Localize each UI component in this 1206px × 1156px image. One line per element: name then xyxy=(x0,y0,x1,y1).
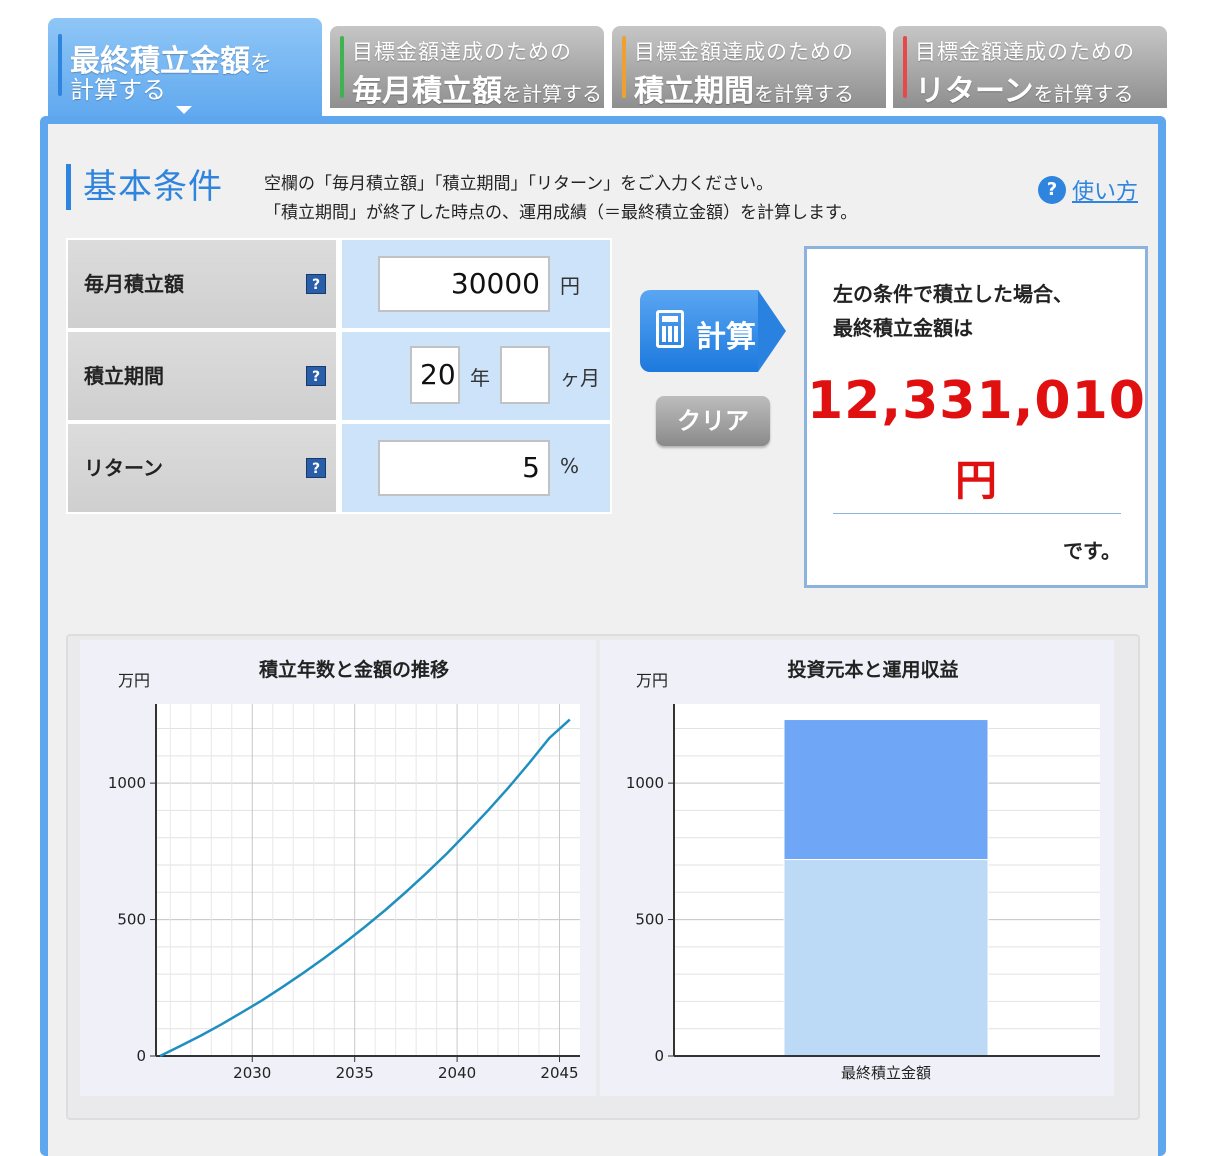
months-unit: ヶ月 xyxy=(560,362,600,391)
years-unit: 年 xyxy=(470,362,490,391)
tab-title: 積立期間を計算する xyxy=(634,66,854,110)
input-form: 毎月積立額 ? 30000 円 積立期間 ? 20 年 ヶ月 リターン xyxy=(66,238,612,514)
clear-button[interactable]: クリア xyxy=(656,396,770,446)
y-tick-label: 0 xyxy=(654,1047,664,1065)
section-title: 基本条件 xyxy=(66,164,223,210)
return-unit: % xyxy=(560,454,579,478)
monthly-value-cell: 30000 円 xyxy=(342,240,610,328)
tab-return[interactable]: 目標金額達成のための リターンを計算する xyxy=(893,26,1167,108)
help-icon[interactable]: ? xyxy=(306,366,326,386)
result-suffix: です。 xyxy=(1063,535,1121,564)
help-link-label: 使い方 xyxy=(1072,174,1138,206)
period-years-input[interactable]: 20 xyxy=(410,346,460,404)
description-line: 「積立期間」が終了した時点の、運用成績（＝最終積立金額）を計算します。 xyxy=(264,199,857,228)
help-icon[interactable]: ? xyxy=(306,274,326,294)
y-tick-label: 1000 xyxy=(108,774,146,792)
return-input[interactable]: 5 xyxy=(378,440,550,496)
period-value-cell: 20 年 ヶ月 xyxy=(342,332,610,420)
result-caption-line: 最終積立金額は xyxy=(833,311,1073,345)
help-link[interactable]: ? 使い方 xyxy=(1038,174,1138,206)
chevron-down-icon xyxy=(176,106,192,114)
y-axis-unit: 万円 xyxy=(636,671,668,690)
y-tick-label: 500 xyxy=(635,911,664,929)
bar-segment xyxy=(784,720,988,860)
result-caption: 左の条件で積立した場合、 最終積立金額は xyxy=(833,277,1073,345)
tab-final-amount[interactable]: 最終積立金額を 計算する xyxy=(48,18,322,122)
tab-subtitle: 計算する xyxy=(70,70,166,105)
form-row-return: リターン ? 5 % xyxy=(68,424,610,512)
result-currency: 円 xyxy=(807,447,1145,508)
tab-caption: 目標金額達成のための xyxy=(352,36,572,66)
form-row-period: 積立期間 ? 20 年 ヶ月 xyxy=(68,332,610,420)
bar-chart: 0 500 1000 万円 投資元本と運用収益最終積立金額 xyxy=(600,640,1114,1096)
chart-title: 投資元本と運用収益 xyxy=(787,658,958,681)
chart-title: 積立年数と金額の推移 xyxy=(259,658,449,681)
tab-accent-bar xyxy=(58,34,62,96)
monthly-label: 毎月積立額 xyxy=(68,240,336,328)
return-label: リターン xyxy=(68,424,336,512)
question-icon: ? xyxy=(1038,176,1066,204)
tab-caption: 目標金額達成のための xyxy=(634,36,854,66)
x-tick-label: 2030 xyxy=(233,1064,271,1082)
calculator-icon xyxy=(656,310,684,348)
plot-area xyxy=(156,704,580,1056)
bar-segment xyxy=(784,860,988,1056)
y-axis-unit: 万円 xyxy=(118,671,150,690)
monthly-unit: 円 xyxy=(560,270,580,299)
bar-chart-box: 0 500 1000 万円 投資元本と運用収益最終積立金額 xyxy=(600,640,1114,1096)
period-months-input[interactable] xyxy=(500,346,550,404)
tab-caption: 目標金額達成のための xyxy=(915,36,1135,66)
description-line: 空欄の「毎月積立額」「積立期間」「リターン」をご入力ください。 xyxy=(264,170,857,199)
section-description: 空欄の「毎月積立額」「積立期間」「リターン」をご入力ください。 「積立期間」が終… xyxy=(264,170,857,228)
result-divider xyxy=(833,513,1121,514)
period-label: 積立期間 xyxy=(68,332,336,420)
calculate-button-arrow xyxy=(758,290,786,372)
x-tick-label: 2040 xyxy=(438,1064,476,1082)
tab-accent-bar xyxy=(903,36,907,98)
tab-accent-bar xyxy=(340,36,344,98)
y-tick-label: 500 xyxy=(117,911,146,929)
result-box: 左の条件で積立した場合、 最終積立金額は 12,331,010 円 です。 xyxy=(804,246,1148,588)
tab-monthly-amount[interactable]: 目標金額達成のための 毎月積立額を計算する xyxy=(330,26,604,108)
line-chart-box: 0 500 1000 万円 積立年数と金額の推移 2030 2035 2040 2045 xyxy=(80,640,596,1096)
y-tick-label: 0 xyxy=(136,1047,146,1065)
result-amount: 12,331,010 xyxy=(807,371,1145,431)
tab-title: リターンを計算する xyxy=(915,66,1134,110)
return-value-cell: 5 % xyxy=(342,424,610,512)
tab-period[interactable]: 目標金額達成のための 積立期間を計算する xyxy=(612,26,886,108)
tab-title: 毎月積立額を計算する xyxy=(352,66,602,110)
y-tick-label: 1000 xyxy=(626,774,664,792)
x-category-label: 最終積立金額 xyxy=(841,1064,931,1082)
x-tick-label: 2045 xyxy=(540,1064,578,1082)
calculate-button[interactable]: 計算 xyxy=(640,290,788,372)
form-row-monthly: 毎月積立額 ? 30000 円 xyxy=(68,240,610,328)
monthly-amount-input[interactable]: 30000 xyxy=(378,256,550,312)
help-icon[interactable]: ? xyxy=(306,458,326,478)
x-tick-label: 2035 xyxy=(336,1064,374,1082)
result-caption-line: 左の条件で積立した場合、 xyxy=(833,277,1073,311)
line-chart: 0 500 1000 万円 積立年数と金額の推移 2030 2035 2040 2045 xyxy=(80,640,596,1096)
tab-accent-bar xyxy=(622,36,626,98)
calculate-button-label: 計算 xyxy=(696,312,756,356)
